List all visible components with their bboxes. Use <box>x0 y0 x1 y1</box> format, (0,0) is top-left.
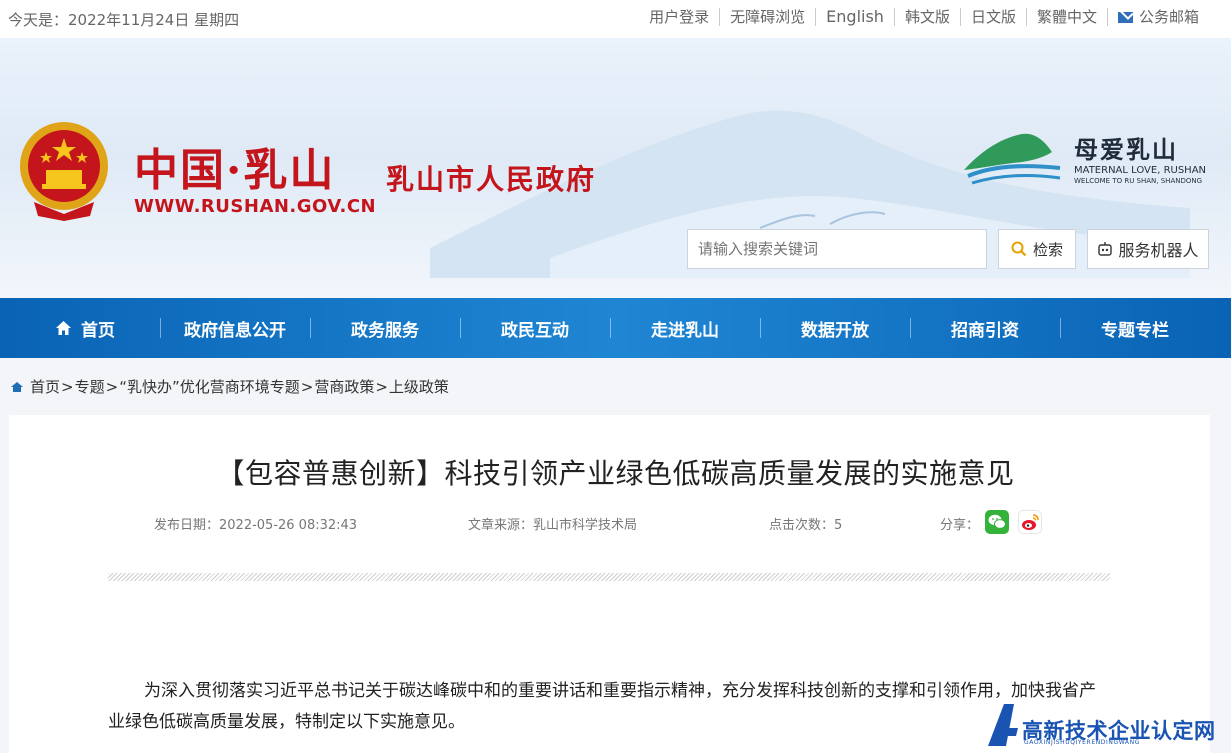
korean-link[interactable]: 韩文版 <box>893 8 960 26</box>
national-emblem-icon <box>20 122 108 221</box>
click-count: 点击次数：5 <box>769 518 843 533</box>
brand-name: 中国·乳山 <box>134 145 336 196</box>
mail-link[interactable]: 公务邮箱 <box>1106 8 1209 26</box>
nav-open-data[interactable]: 数据开放 <box>760 316 910 341</box>
home-icon <box>56 321 71 335</box>
slogan-title: 母爱乳山 <box>1074 135 1178 164</box>
share-label: 分享： <box>940 518 980 533</box>
main-nav: 首页 政府信息公开 政务服务 政民互动 走进乳山 数据开放 招商引资 专题专栏 <box>0 298 1231 358</box>
title-divider <box>108 573 1110 581</box>
breadcrumb-business-env[interactable]: “乳快办”优化营商环境专题 <box>119 376 300 397</box>
mail-label: 公务邮箱 <box>1138 8 1199 26</box>
article-title: 【包容普惠创新】科技引领产业绿色低碳高质量发展的实施意见 <box>216 457 1015 490</box>
slogan-english-sub: WELCOME TO RU SHAN, SHANDONG <box>1074 177 1203 185</box>
slogan-english: MATERNAL LOVE, RUSHAN <box>1074 165 1207 176</box>
publish-date: 发布日期：2022-05-26 08:32:43 <box>154 518 358 533</box>
service-robot-button[interactable]: 服务机器人 <box>1087 229 1209 269</box>
search-input[interactable] <box>687 229 987 269</box>
search-button[interactable]: 检索 <box>998 229 1076 269</box>
robot-icon <box>1098 242 1113 256</box>
japanese-link[interactable]: 日文版 <box>959 8 1026 26</box>
nav-investment[interactable]: 招商引资 <box>910 316 1060 341</box>
login-link[interactable]: 用户登录 <box>639 8 719 26</box>
nav-gov-info[interactable]: 政府信息公开 <box>160 316 310 341</box>
traditional-chinese-link[interactable]: 繁體中文 <box>1025 8 1107 26</box>
robot-button-label: 服务机器人 <box>1118 241 1199 260</box>
top-links: 用户登录 无障碍浏览 English 韩文版 日文版 繁體中文 公务邮箱 <box>639 8 1209 26</box>
search-icon <box>1011 241 1027 257</box>
nav-interaction[interactable]: 政民互动 <box>460 316 610 341</box>
watermark-subtext: GAOXINJISHUQIYERENDINGWANG <box>1024 739 1140 746</box>
brand-url: WWW.RUSHAN.GOV.CN <box>134 196 377 217</box>
breadcrumb-home[interactable]: 首页 <box>30 376 60 397</box>
wechat-icon <box>988 514 1006 529</box>
top-bar: 今天是：2022年11月24日 星期四 用户登录 无障碍浏览 English 韩… <box>0 0 1231 38</box>
nav-home[interactable]: 首页 <box>0 316 160 341</box>
current-date: 今天是：2022年11月24日 星期四 <box>8 11 240 29</box>
accessibility-link[interactable]: 无障碍浏览 <box>719 8 815 26</box>
site-title: 乳山市人民政府 <box>386 163 597 196</box>
nav-topics[interactable]: 专题专栏 <box>1060 316 1210 341</box>
location-icon <box>11 381 23 392</box>
nav-home-label: 首页 <box>81 320 115 341</box>
breadcrumb-topics[interactable]: 专题 <box>75 376 105 397</box>
article-paragraph: 为深入贯彻落实习近平总书记关于碳达峰碳中和的重要讲话和重要指示精神，充分发挥科技… <box>108 681 1096 732</box>
search-button-label: 检索 <box>1032 240 1063 259</box>
weibo-share-button[interactable] <box>1018 510 1042 534</box>
nav-gov-services[interactable]: 政务服务 <box>310 316 460 341</box>
breadcrumb-upper-policy[interactable]: 上级政策 <box>389 376 449 397</box>
breadcrumb-policy[interactable]: 营商政策 <box>314 376 374 397</box>
nav-about[interactable]: 走进乳山 <box>610 316 760 341</box>
header-banner: 中国·乳山 WWW.RUSHAN.GOV.CN 乳山市人民政府 母爱乳山 MAT… <box>0 38 1231 298</box>
wechat-share-button[interactable] <box>985 510 1009 534</box>
english-link[interactable]: English <box>815 8 894 26</box>
mail-icon <box>1117 12 1133 23</box>
weibo-icon <box>1022 514 1039 530</box>
article-source: 文章来源：乳山市科学技术局 <box>468 518 638 533</box>
breadcrumb: 首页 > 专题 > “乳快办”优化营商环境专题 > 营商政策 > 上级政策 <box>10 376 449 397</box>
